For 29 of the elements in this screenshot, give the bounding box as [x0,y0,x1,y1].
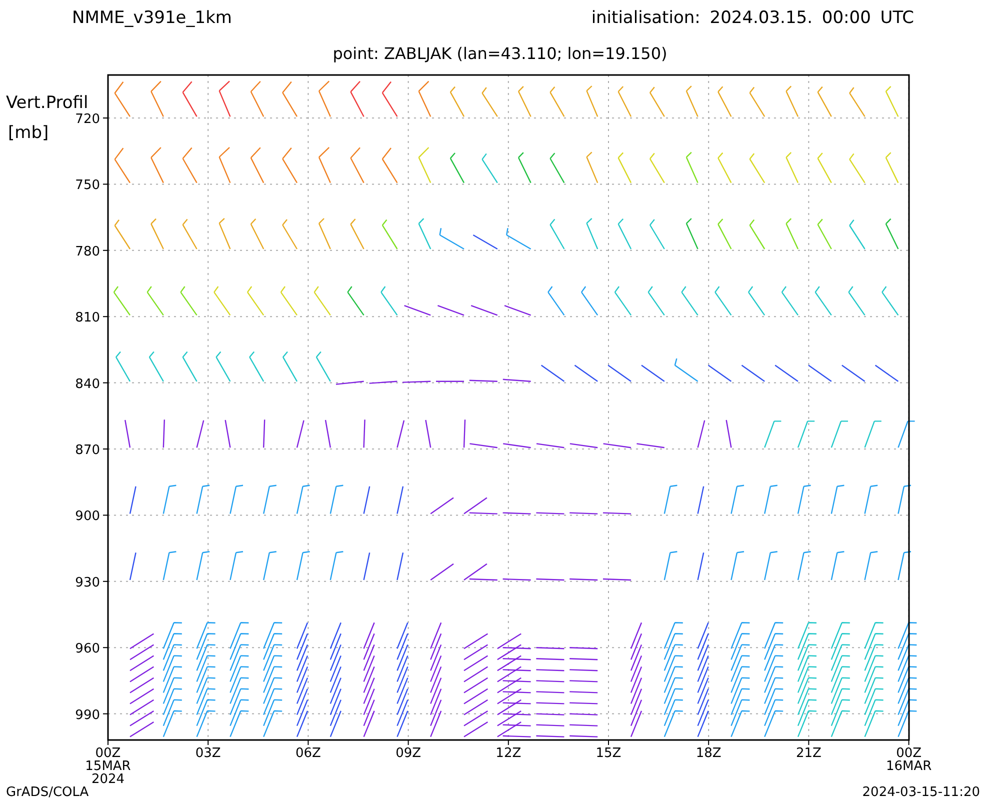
y-tick-label: 960 [75,642,100,657]
y-tick-label: 990 [75,708,100,723]
initialisation-time: initialisation: 2024.03.15. 00:00 UTC [591,8,914,28]
y-tick-label: 900 [75,509,100,524]
x-tick-label: 2024 [91,772,125,784]
y-tick-label: 840 [75,376,100,392]
model-title: NMME_v391e_1km [72,8,232,28]
y-tick-label: 810 [75,310,100,326]
y-tick-label: 870 [75,443,100,458]
x-tick-label: 00Z [95,746,121,761]
x-tick-label: 06Z [295,746,321,761]
software-credit: GrADS/COLA [6,784,89,800]
generated-timestamp: 2024-03-15-11:20 [862,784,980,800]
x-tick-label: 00Z [896,746,922,761]
y-tick-label: 780 [75,244,100,260]
x-tick-label: 21Z [796,746,822,761]
y-tick-label: 930 [75,575,100,590]
x-tick-label: 09Z [396,746,422,761]
x-tick-label: 12Z [496,746,522,761]
axis-unit: [mb] [8,123,49,143]
y-tick-label: 720 [75,112,100,127]
axis-title: Vert.Profil [6,93,88,113]
x-tick-label: 15Z [596,746,622,761]
x-tick-label: 15MAR [85,759,131,774]
x-tick-label: 03Z [195,746,221,761]
y-tick-label: 750 [75,178,100,194]
x-tick-label: 18Z [696,746,722,761]
point-location-title: point: ZABLJAK (lan=43.110; lon=19.150) [332,44,668,62]
x-tick-label: 16MAR [886,759,932,774]
